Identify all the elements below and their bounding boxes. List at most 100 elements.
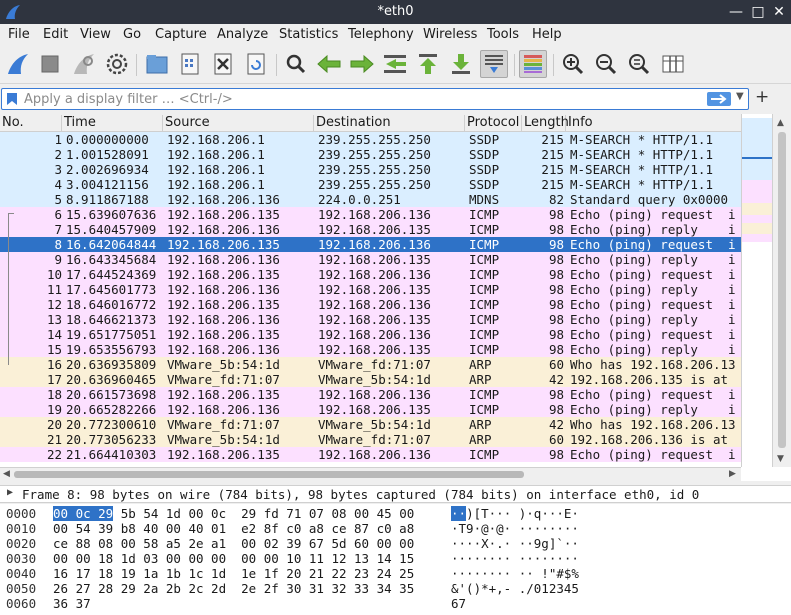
packet-row[interactable]: 3 2.002696934 192.168.206.1 239.255.255.250… bbox=[0, 162, 741, 177]
open-folder-icon[interactable] bbox=[143, 50, 171, 78]
packet-row[interactable]: 14 19.651775051 192.168.206.135 192.168.206… bbox=[0, 327, 741, 342]
go-to-packet-icon[interactable] bbox=[381, 50, 409, 78]
col-header-destination[interactable]: Destination bbox=[314, 115, 465, 132]
packet-row[interactable]: 11 17.645601773 192.168.206.136 192.168.206… bbox=[0, 282, 741, 297]
menu-view[interactable]: View bbox=[80, 27, 111, 42]
menu-analyze[interactable]: Analyze bbox=[217, 27, 268, 42]
scroll-right-icon[interactable]: ▶ bbox=[729, 469, 736, 479]
menu-help[interactable]: Help bbox=[532, 27, 562, 42]
cell-destination: 192.168.206.135 bbox=[318, 312, 431, 327]
packet-row[interactable]: 22 21.664410303 192.168.206.135 192.168.206… bbox=[0, 447, 741, 462]
col-header-protocol[interactable]: Protocol bbox=[465, 115, 522, 132]
add-filter-button[interactable]: + bbox=[755, 87, 769, 107]
zoom-normal-icon[interactable] bbox=[625, 50, 653, 78]
go-back-arrow-icon[interactable] bbox=[315, 50, 343, 78]
packet-row-selected[interactable]: 8 16.642064844 192.168.206.135 192.168.206.… bbox=[0, 237, 741, 252]
bytes-ascii[interactable]: &'()*+,- ./012345 bbox=[451, 581, 579, 596]
cell-length: 98 bbox=[548, 207, 564, 222]
packet-row[interactable]: 20 20.772300610 VMware_fd:71:07 VMware_5b:5… bbox=[0, 417, 741, 432]
expand-arrow-icon[interactable]: ▶ bbox=[7, 487, 13, 498]
bytes-hex[interactable]: 00 0c 29 5b 54 1d 00 0c 29 fd 71 07 08 0… bbox=[53, 506, 414, 521]
bytes-hex[interactable]: 16 17 18 19 1a 1b 1c 1d 1e 1f 20 21 22 2… bbox=[53, 566, 414, 581]
go-forward-arrow-icon[interactable] bbox=[348, 50, 376, 78]
packet-row[interactable]: 15 19.653556793 192.168.206.136 192.168.206… bbox=[0, 342, 741, 357]
hscroll-thumb[interactable] bbox=[14, 471, 524, 478]
packet-row[interactable]: 4 3.004121156 192.168.206.1 239.255.255.250… bbox=[0, 177, 741, 192]
find-magnifier-icon[interactable] bbox=[282, 50, 310, 78]
shark-fin-start-icon[interactable] bbox=[4, 50, 32, 78]
col-header-time[interactable]: Time bbox=[62, 115, 163, 132]
bytes-hex[interactable]: 00 54 39 b8 40 00 40 01 e2 8f c0 a8 ce 8… bbox=[53, 521, 414, 536]
display-filter-input[interactable]: Apply a display filter … <Ctrl-/> ▼ bbox=[1, 88, 749, 110]
cell-no: 18 bbox=[46, 387, 62, 402]
colorize-icon[interactable] bbox=[519, 50, 547, 78]
bytes-ascii[interactable]: 67 bbox=[451, 596, 466, 611]
packet-list-hscrollbar[interactable]: ◀ ▶ bbox=[0, 467, 741, 481]
packet-row[interactable]: 10 17.644524369 192.168.206.135 192.168.206… bbox=[0, 267, 741, 282]
scroll-down-icon[interactable]: ▼ bbox=[777, 454, 784, 464]
packet-minimap[interactable] bbox=[741, 114, 773, 467]
save-file-icon[interactable] bbox=[176, 50, 204, 78]
frame-summary[interactable]: Frame 8: 98 bytes on wire (784 bits), 98… bbox=[22, 487, 699, 502]
menu-telephony[interactable]: Telephony bbox=[348, 27, 414, 42]
cell-info: Echo (ping) reply i bbox=[570, 252, 736, 267]
bytes-ascii[interactable]: ··)[T··· )·q···E· bbox=[451, 506, 579, 521]
menu-capture[interactable]: Capture bbox=[155, 27, 207, 42]
restart-fin-icon[interactable] bbox=[70, 50, 98, 78]
bytes-ascii[interactable]: ·T9·@·@· ········ bbox=[451, 521, 579, 536]
packet-row[interactable]: 21 20.773056233 VMware_5b:54:1d VMware_fd:7… bbox=[0, 432, 741, 447]
bytes-hex[interactable]: 36 37 bbox=[53, 596, 91, 611]
last-packet-icon[interactable] bbox=[447, 50, 475, 78]
cell-length: 98 bbox=[548, 447, 564, 462]
maximize-icon[interactable]: □ bbox=[749, 2, 767, 22]
close-icon[interactable]: ✕ bbox=[770, 2, 788, 22]
close-file-icon[interactable] bbox=[209, 50, 237, 78]
minimize-icon[interactable]: — bbox=[727, 2, 745, 22]
bookmark-icon[interactable] bbox=[6, 92, 18, 106]
menu-go[interactable]: Go bbox=[123, 27, 141, 42]
packet-row[interactable]: 5 8.911867188 192.168.206.136 224.0.0.251 MD… bbox=[0, 192, 741, 207]
col-header-source[interactable]: Source bbox=[163, 115, 314, 132]
first-packet-icon[interactable] bbox=[414, 50, 442, 78]
packet-list-scrollbar[interactable]: ▲ ▼ bbox=[772, 114, 791, 467]
bytes-hex[interactable]: 26 27 28 29 2a 2b 2c 2d 2e 2f 30 31 32 3… bbox=[53, 581, 414, 596]
packet-row[interactable]: 18 20.661573698 192.168.206.135 192.168.206… bbox=[0, 387, 741, 402]
capture-options-gear-icon[interactable] bbox=[103, 50, 131, 78]
col-header-no[interactable]: No. bbox=[0, 115, 62, 132]
menu-wireless[interactable]: Wireless bbox=[423, 27, 477, 42]
resize-columns-icon[interactable] bbox=[659, 50, 687, 78]
col-header-info[interactable]: Info bbox=[566, 115, 741, 132]
packet-row[interactable]: 16 20.636935809 VMware_5b:54:1d VMware_fd:7… bbox=[0, 357, 741, 372]
packet-row[interactable]: 6 15.639607636 192.168.206.135 192.168.206.… bbox=[0, 207, 741, 222]
cell-no: 16 bbox=[46, 357, 62, 372]
packet-row[interactable]: 17 20.636960465 VMware_fd:71:07 VMware_5b:5… bbox=[0, 372, 741, 387]
autoscroll-icon[interactable] bbox=[480, 50, 508, 78]
menu-statistics[interactable]: Statistics bbox=[279, 27, 338, 42]
zoom-out-icon[interactable] bbox=[592, 50, 620, 78]
scroll-left-icon[interactable]: ◀ bbox=[3, 469, 10, 479]
bytes-ascii[interactable]: ········ ········ bbox=[451, 551, 579, 566]
bytes-hex[interactable]: ce 88 08 00 58 a5 2e a1 00 02 39 67 5d 6… bbox=[53, 536, 414, 551]
packet-row[interactable]: 2 1.001528091 192.168.206.1 239.255.255.250… bbox=[0, 147, 741, 162]
packet-row[interactable]: 1 0.000000000 192.168.206.1 239.255.255.250… bbox=[0, 132, 741, 147]
packet-row[interactable]: 19 20.665282266 192.168.206.136 192.168.206… bbox=[0, 402, 741, 417]
col-header-length[interactable]: Length bbox=[522, 115, 569, 132]
menu-tools[interactable]: Tools bbox=[487, 27, 519, 42]
menu-edit[interactable]: Edit bbox=[43, 27, 68, 42]
menu-file[interactable]: File bbox=[8, 27, 30, 42]
scroll-up-icon[interactable]: ▲ bbox=[777, 118, 784, 128]
apply-filter-arrow-icon[interactable] bbox=[707, 92, 731, 106]
cell-protocol: ICMP bbox=[469, 207, 500, 222]
packet-row[interactable]: 12 18.646016772 192.168.206.135 192.168.206… bbox=[0, 297, 741, 312]
packet-row[interactable]: 7 15.640457909 192.168.206.136 192.168.206.… bbox=[0, 222, 741, 237]
bytes-ascii[interactable]: ········ ·· !"#$% bbox=[451, 566, 579, 581]
chevron-down-icon[interactable]: ▼ bbox=[736, 91, 744, 102]
packet-row[interactable]: 13 18.646621373 192.168.206.136 192.168.206… bbox=[0, 312, 741, 327]
stop-square-icon[interactable] bbox=[36, 50, 64, 78]
bytes-hex[interactable]: 00 00 18 1d 03 00 00 00 00 00 10 11 12 1… bbox=[53, 551, 414, 566]
bytes-ascii[interactable]: ····X·.· ··9g]`·· bbox=[451, 536, 579, 551]
reload-icon[interactable] bbox=[242, 50, 270, 78]
zoom-in-icon[interactable] bbox=[559, 50, 587, 78]
packet-row[interactable]: 9 16.643345684 192.168.206.136 192.168.206.… bbox=[0, 252, 741, 267]
scrollbar-thumb[interactable] bbox=[778, 132, 786, 448]
